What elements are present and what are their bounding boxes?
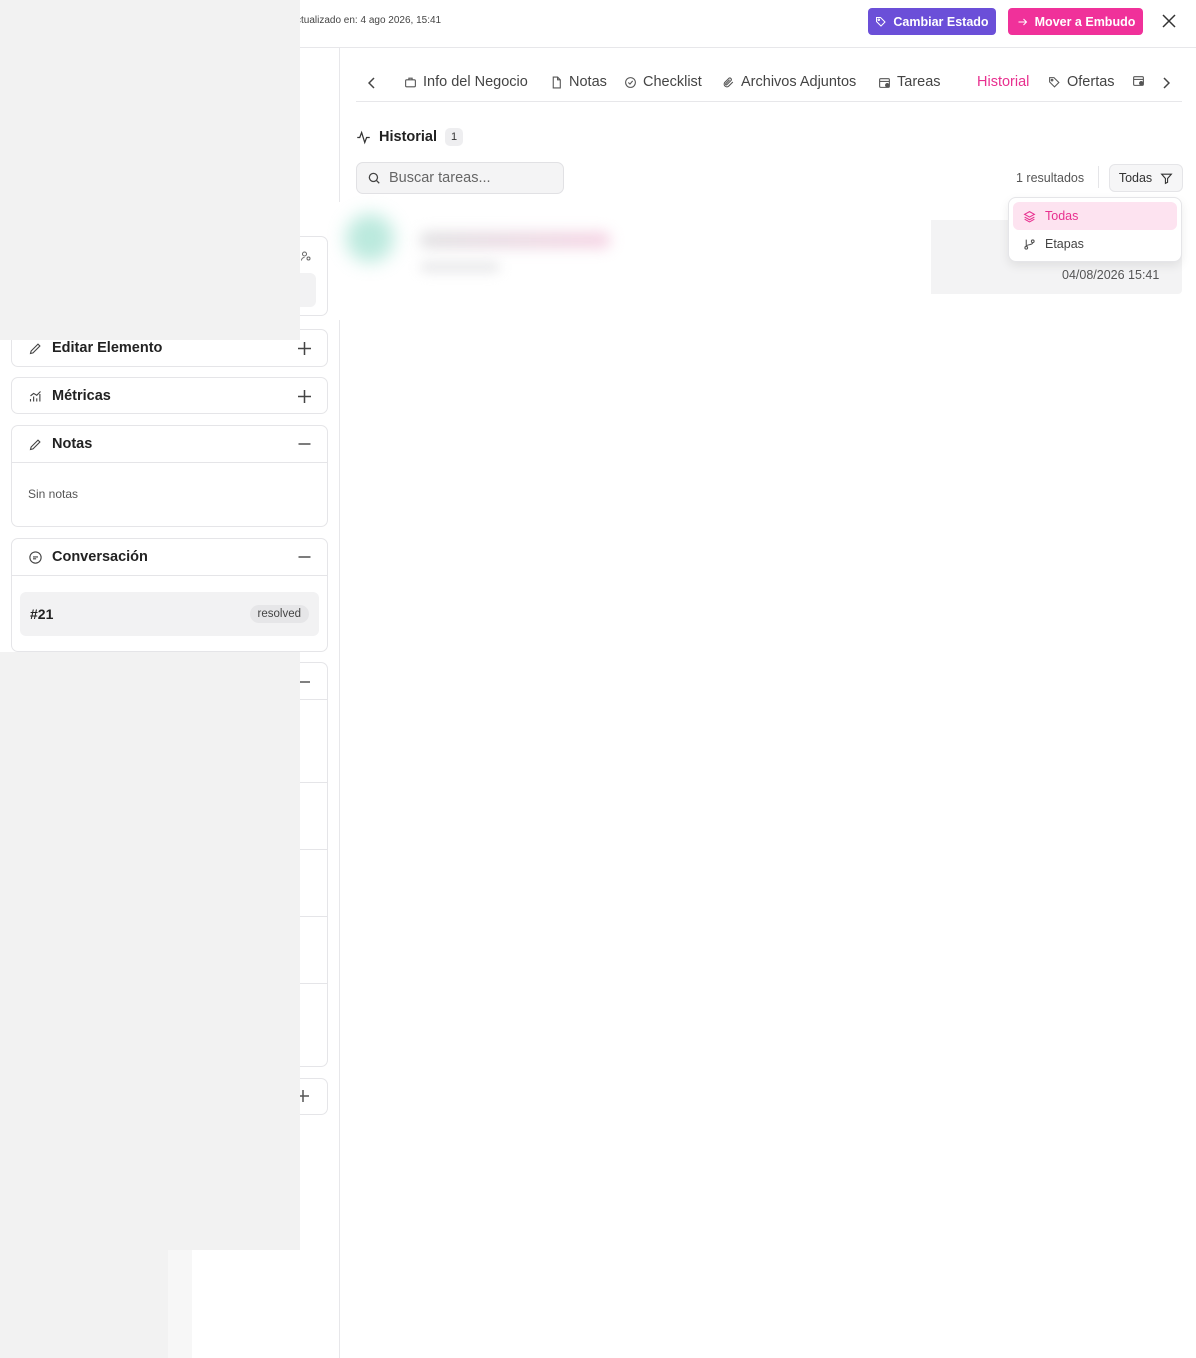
chat-icon bbox=[29, 550, 42, 564]
results-count: 1 resultados bbox=[1016, 171, 1085, 185]
avatar bbox=[346, 214, 394, 262]
tab-tareas[interactable]: Tareas bbox=[878, 74, 941, 90]
metrics-card[interactable]: Métricas bbox=[11, 377, 328, 414]
change-status-label: Cambiar Estado bbox=[893, 14, 989, 29]
status-badge: resolved bbox=[249, 605, 309, 623]
chart-icon bbox=[29, 390, 41, 401]
section-title-text: Historial bbox=[379, 129, 438, 145]
arrow-right-icon bbox=[1018, 18, 1027, 25]
search-input[interactable] bbox=[389, 170, 549, 186]
conversation-item[interactable]: #21 resolved bbox=[20, 592, 319, 636]
search-box[interactable] bbox=[356, 162, 564, 194]
chevron-left-icon[interactable] bbox=[368, 77, 376, 89]
change-status-button[interactable]: Cambiar Estado bbox=[868, 8, 996, 35]
filter-label: Todas bbox=[1118, 171, 1153, 185]
minus-icon[interactable] bbox=[298, 443, 311, 445]
close-icon bbox=[1162, 14, 1176, 28]
plus-icon[interactable] bbox=[298, 389, 311, 403]
count-badge: 1 bbox=[445, 128, 464, 146]
entry-date: 04/08/2026 15:41 bbox=[1062, 268, 1160, 282]
tab-checklist[interactable]: Checklist bbox=[624, 74, 702, 90]
conversation-label: Conversación bbox=[52, 549, 148, 565]
tag-icon bbox=[876, 16, 887, 27]
hidden-card-peek-2 bbox=[296, 662, 328, 1067]
blurred-text bbox=[420, 262, 500, 272]
file-icon bbox=[552, 76, 561, 88]
tag-icon bbox=[1049, 76, 1060, 88]
notes-card: Notas Sin notas bbox=[11, 425, 328, 527]
overlay-panel-top bbox=[0, 0, 300, 340]
filter-button[interactable]: Todas bbox=[1109, 164, 1183, 192]
blurred-text bbox=[420, 232, 610, 248]
layers-icon bbox=[1023, 210, 1036, 223]
tab-historial[interactable]: Historial bbox=[977, 74, 1029, 90]
tab-label: Ofertas bbox=[1067, 74, 1115, 90]
divider bbox=[1098, 166, 1099, 188]
entry-blur-cover bbox=[333, 202, 931, 320]
updated-timestamp: ctualizado en: 4 ago 2026, 15:41 bbox=[296, 15, 442, 26]
overlay-panel-bottom-left bbox=[0, 1250, 168, 1358]
tab-info-negocio[interactable]: Info del Negocio bbox=[404, 74, 528, 90]
tab-ofertas[interactable]: Ofertas bbox=[1048, 74, 1115, 90]
chevron-right-icon[interactable] bbox=[1162, 77, 1170, 89]
briefcase-icon bbox=[405, 77, 416, 87]
conversation-card: Conversación #21 resolved bbox=[11, 538, 328, 652]
users-icon bbox=[301, 251, 311, 261]
activity-icon bbox=[357, 130, 370, 144]
tab-label: Tareas bbox=[897, 74, 941, 90]
search-icon bbox=[368, 172, 380, 184]
pencil-icon bbox=[29, 438, 41, 450]
notes-label: Notas bbox=[52, 436, 93, 452]
plus-icon[interactable] bbox=[298, 341, 311, 355]
move-funnel-button[interactable]: Mover a Embudo bbox=[1008, 8, 1143, 35]
move-funnel-label: Mover a Embudo bbox=[1034, 14, 1136, 29]
filter-option-etapas[interactable]: Etapas bbox=[1013, 230, 1177, 258]
tab-bar: Info del Negocio Notas Checklist Archivo… bbox=[356, 64, 1182, 102]
tab-archivos[interactable]: Archivos Adjuntos bbox=[722, 74, 856, 90]
filter-option-label: Todas bbox=[1045, 209, 1079, 223]
tab-label: Historial bbox=[977, 74, 1030, 90]
metrics-label: Métricas bbox=[52, 388, 111, 404]
close-button[interactable] bbox=[1158, 10, 1180, 32]
tab-notas[interactable]: Notas bbox=[550, 74, 607, 90]
calendar-icon bbox=[1133, 76, 1144, 86]
tab-label: Info del Negocio bbox=[423, 74, 528, 90]
overlay-panel-bottom bbox=[0, 652, 300, 1250]
calendar-icon bbox=[879, 77, 890, 88]
paperclip-icon bbox=[723, 76, 734, 87]
git-branch-icon bbox=[1024, 238, 1035, 250]
section-title: Historial 1 bbox=[356, 128, 464, 146]
filter-option-label: Etapas bbox=[1045, 237, 1084, 251]
filter-option-todas[interactable]: Todas bbox=[1013, 202, 1177, 230]
filter-dropdown: Todas Etapas bbox=[1008, 197, 1182, 262]
edit-element-label: Editar Elemento bbox=[52, 340, 163, 356]
minus-icon[interactable] bbox=[298, 556, 311, 558]
filter-icon bbox=[1160, 173, 1173, 184]
hidden-card-peek bbox=[296, 236, 328, 316]
tab-label: Archivos Adjuntos bbox=[741, 74, 857, 90]
pencil-icon bbox=[29, 342, 41, 354]
notes-empty-text: Sin notas bbox=[28, 487, 79, 501]
check-circle-icon bbox=[625, 76, 636, 88]
tab-label: Checklist bbox=[643, 74, 702, 90]
tab-more[interactable] bbox=[1132, 74, 1145, 87]
hidden-card-peek-3 bbox=[296, 1078, 328, 1115]
overlay-strip bbox=[168, 1250, 192, 1358]
conversation-id: #21 bbox=[30, 606, 54, 622]
tab-label: Notas bbox=[569, 74, 607, 90]
